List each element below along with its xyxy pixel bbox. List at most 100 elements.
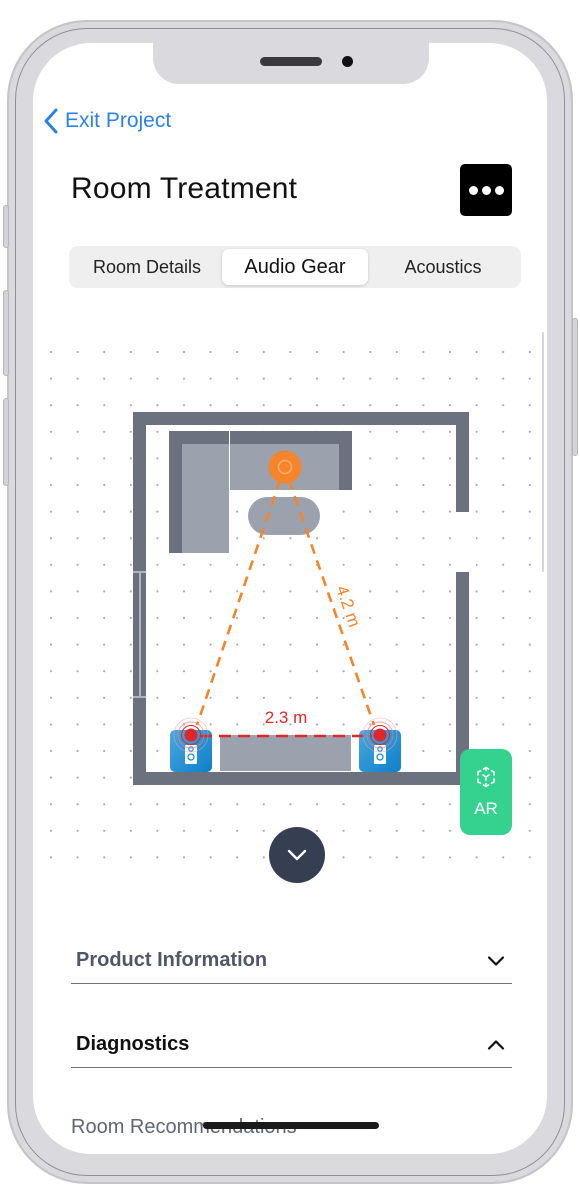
- grid-dot: [103, 643, 106, 646]
- grid-dot: [528, 510, 531, 513]
- grid-dot: [49, 643, 53, 646]
- grid-dot: [236, 643, 239, 646]
- grid-dot: [76, 616, 79, 620]
- grid-dot: [528, 776, 531, 779]
- grid-dot: [422, 803, 425, 806]
- grid-dot: [129, 563, 132, 566]
- grid-dot: [448, 829, 452, 832]
- grid-dot: [502, 483, 505, 487]
- wall-left-lower: [133, 697, 146, 785]
- grid-dot: [342, 856, 345, 859]
- grid-dot: [475, 350, 478, 354]
- grid-dot: [528, 537, 531, 540]
- grid-dot: [103, 350, 106, 354]
- grid-dot: [289, 563, 292, 566]
- grid-dot: [103, 670, 106, 673]
- grid-dot: [342, 723, 345, 726]
- grid-dot: [289, 350, 292, 354]
- grid-dot: [422, 590, 425, 593]
- grid-dot: [156, 829, 159, 832]
- grid-dot: [395, 537, 398, 540]
- grid-dot: [156, 643, 159, 646]
- wall-left-upper: [133, 412, 146, 572]
- grid-dot: [422, 457, 425, 460]
- grid-dot: [395, 590, 398, 593]
- grid-dot: [103, 616, 106, 620]
- diagnostics-section[interactable]: Diagnostics: [71, 1022, 512, 1068]
- grid-dot: [342, 404, 345, 407]
- grid-dot: [49, 670, 53, 673]
- grid-dot: [369, 537, 372, 540]
- grid-dot: [475, 696, 478, 699]
- grid-dot: [315, 590, 319, 593]
- grid-dot: [448, 590, 452, 593]
- grid-dot: [395, 856, 398, 859]
- grid-dot: [369, 696, 372, 699]
- grid-dot: [315, 377, 319, 380]
- product-information-section[interactable]: Product Information: [71, 938, 512, 984]
- grid-dot: [236, 404, 239, 407]
- grid-dot: [448, 856, 452, 859]
- grid-dot: [262, 616, 265, 620]
- grid-dot: [236, 563, 239, 566]
- ar-label: AR: [474, 799, 498, 818]
- tv-stand[interactable]: [220, 735, 351, 771]
- exit-project-label: Exit Project: [65, 109, 172, 132]
- tab-acoustics[interactable]: Acoustics: [368, 249, 518, 285]
- grid-dot: [528, 749, 531, 753]
- grid-dot: [76, 776, 79, 779]
- grid-dot: [369, 670, 372, 673]
- grid-dot: [528, 590, 531, 593]
- ar-button[interactable]: AR: [460, 749, 512, 835]
- grid-dot: [369, 510, 372, 513]
- grid-dot: [76, 537, 79, 540]
- grid-dot: [182, 803, 186, 806]
- grid-dot: [236, 829, 239, 832]
- grid-dot: [502, 723, 505, 726]
- listener-position[interactable]: [268, 450, 302, 484]
- grid-dot: [369, 457, 372, 460]
- collapse-map-button[interactable]: [269, 827, 325, 883]
- grid-dot: [502, 537, 505, 540]
- section-title: Diagnostics: [76, 1033, 190, 1055]
- grid-dot: [369, 616, 372, 620]
- speaker-position-dot: [373, 728, 387, 742]
- grid-dot: [395, 457, 398, 460]
- grid-dot: [236, 590, 239, 593]
- grid-dot: [76, 350, 79, 354]
- grid-dot: [475, 590, 478, 593]
- tab-audio-gear[interactable]: Audio Gear: [222, 249, 368, 285]
- grid-dot: [156, 430, 159, 433]
- grid-dot: [209, 350, 212, 354]
- grid-dot: [422, 696, 425, 699]
- grid-dot: [182, 696, 186, 699]
- grid-dot: [209, 404, 212, 407]
- grid-dot: [236, 670, 239, 673]
- grid-dot: [209, 696, 212, 699]
- home-indicator[interactable]: [203, 1122, 379, 1129]
- grid-dot: [342, 829, 345, 832]
- grid-dot: [262, 537, 265, 540]
- grid-dot: [395, 643, 398, 646]
- grid-dot: [502, 377, 505, 380]
- grid-dot: [502, 430, 505, 433]
- grid-dot: [315, 829, 319, 832]
- grid-dot: [156, 616, 159, 620]
- grid-dot: [395, 404, 398, 407]
- grid-dot: [76, 590, 79, 593]
- more-options-button[interactable]: [460, 164, 512, 216]
- grid-dot: [236, 696, 239, 699]
- grid-dot: [129, 723, 132, 726]
- grid-dot: [49, 776, 53, 779]
- grid-dot: [182, 404, 186, 407]
- grid-dot: [209, 856, 212, 859]
- grid-dot: [49, 723, 53, 726]
- grid-dot: [315, 643, 319, 646]
- exit-project-link[interactable]: Exit Project: [43, 108, 171, 134]
- wall-right-upper: [456, 412, 469, 512]
- tab-room-details[interactable]: Room Details: [72, 249, 222, 285]
- grid-dot: [262, 856, 265, 859]
- coffee-table[interactable]: [248, 497, 320, 535]
- grid-dot: [129, 803, 132, 806]
- grid-dot: [103, 696, 106, 699]
